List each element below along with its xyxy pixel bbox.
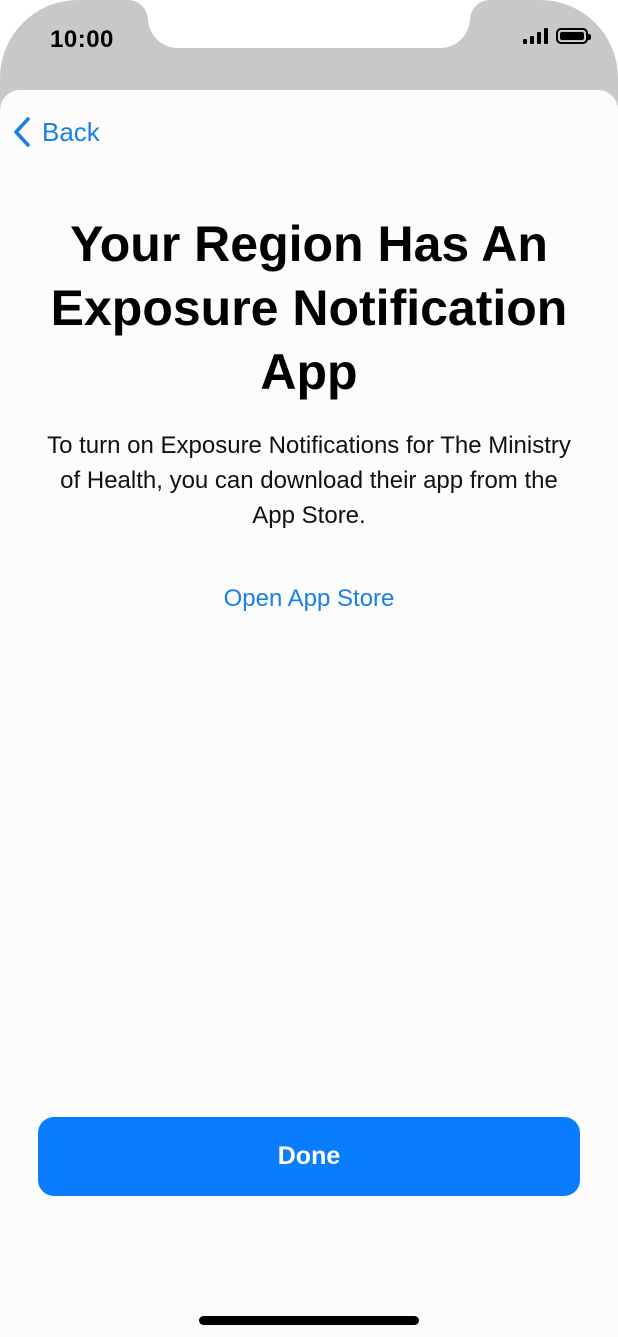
back-label: Back [42, 116, 100, 147]
chevron-left-icon [14, 117, 30, 147]
back-button[interactable]: Back [12, 116, 100, 148]
notch-right-corner [470, 0, 490, 20]
done-button[interactable]: Done [38, 1117, 580, 1196]
open-app-store-link[interactable]: Open App Store [109, 585, 509, 613]
battery-icon [556, 28, 591, 44]
status-bar-time: 10:00 [50, 26, 114, 53]
cellular-signal-icon [523, 28, 548, 44]
description-text: To turn on Exposure Notifications for Th… [47, 432, 571, 529]
status-bar-icons [523, 28, 591, 44]
notch-left-corner [128, 0, 148, 20]
home-indicator[interactable] [199, 1316, 419, 1325]
page-title: Your Region Has An Exposure Notification… [50, 216, 568, 400]
device-notch [148, 0, 470, 48]
phone-screen: 10:00 Back Your Region Has An Exposure N… [0, 0, 618, 1337]
